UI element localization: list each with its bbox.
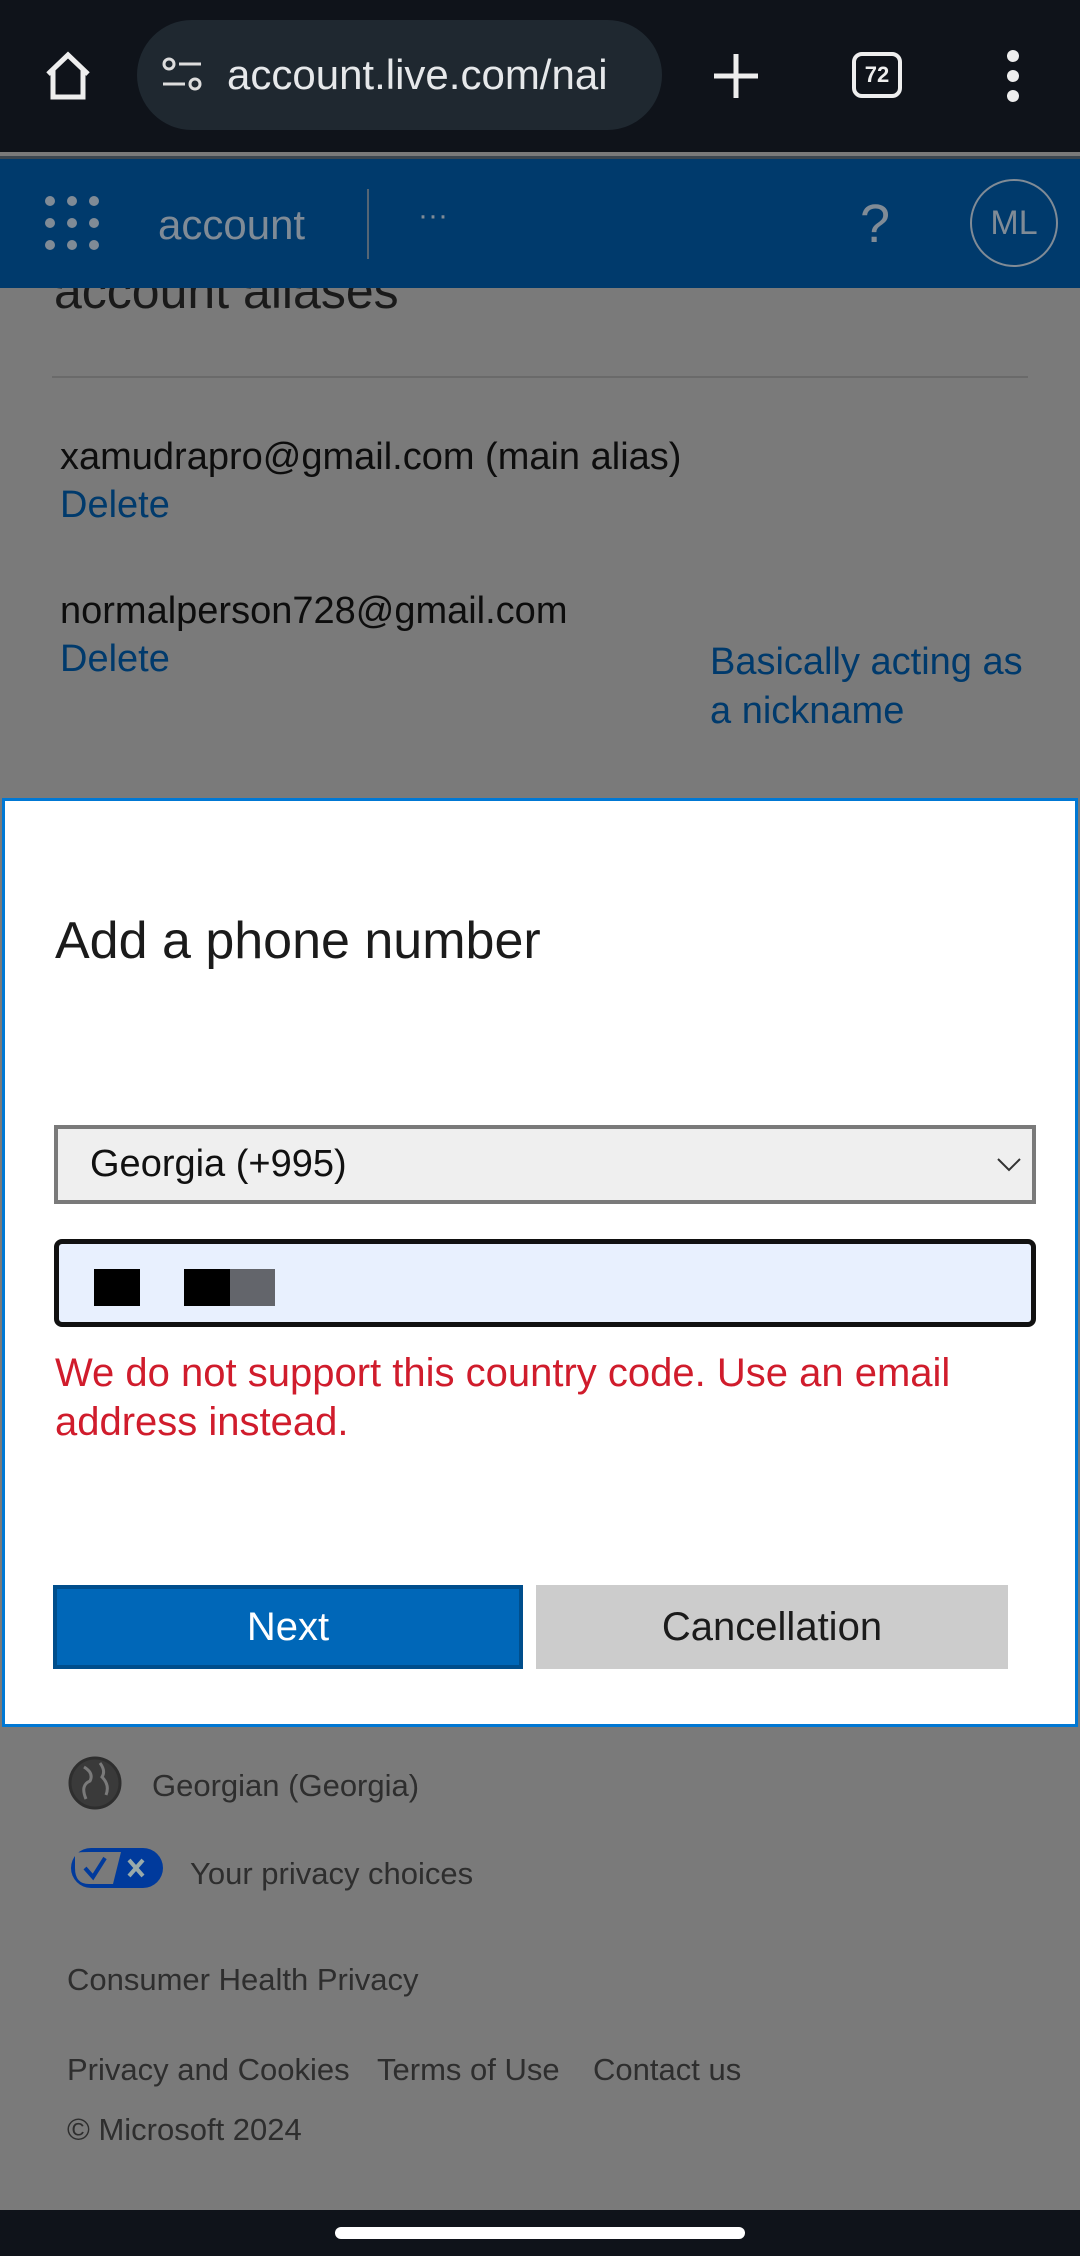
delete-alias-link[interactable]: Delete <box>60 638 170 681</box>
next-button[interactable]: Next <box>53 1585 523 1669</box>
copyright: © Microsoft 2024 <box>67 2112 302 2147</box>
url-text: account.live.com/nai <box>227 51 608 98</box>
address-bar[interactable]: account.live.com/nai <box>137 20 662 130</box>
cancel-label: Cancellation <box>661 1604 883 1649</box>
section-title: account aliases <box>54 288 399 319</box>
divider <box>52 376 1028 378</box>
more-nav-button[interactable]: ··· <box>418 199 448 233</box>
aliases-section: account aliases xamudrapro@gmail.com (ma… <box>0 288 1080 798</box>
privacy-choices-link[interactable]: Your privacy choices <box>190 1856 473 1892</box>
more-menu-icon[interactable] <box>1000 50 1026 102</box>
consumer-health-link[interactable]: Consumer Health Privacy <box>67 1962 418 1998</box>
globe-icon <box>68 1756 122 1810</box>
error-message: We do not support this country code. Use… <box>55 1351 951 1444</box>
alias-email: normalperson728@gmail.com <box>60 590 568 632</box>
home-gesture-handle[interactable] <box>335 2227 745 2239</box>
delete-alias-link[interactable]: Delete <box>60 484 170 527</box>
system-nav-bar <box>0 2210 1080 2256</box>
next-label: Next <box>246 1604 330 1649</box>
country-code-select[interactable]: Georgia (+995) <box>54 1125 1036 1204</box>
add-phone-dialog: Add a phone number Georgia (+995) We do … <box>2 798 1078 1727</box>
phone-number-input[interactable] <box>54 1239 1036 1327</box>
chevron-down-icon <box>997 1158 1021 1172</box>
alias-email: xamudrapro@gmail.com (main alias) <box>60 436 682 478</box>
tab-count: 72 <box>864 62 890 87</box>
privacy-choices-icon <box>71 1848 163 1888</box>
language-selector[interactable]: Georgian (Georgia) <box>152 1768 419 1804</box>
alias-note-link[interactable]: Basically acting as a nickname <box>710 638 1030 736</box>
redacted-block <box>94 1269 140 1306</box>
footer: Georgian (Georgia) Your privacy choices … <box>0 1730 1080 2210</box>
dialog-title: Add a phone number <box>55 912 541 970</box>
browser-toolbar: account.live.com/nai 72 <box>0 0 1080 152</box>
app-launcher-icon[interactable] <box>44 195 100 251</box>
help-button[interactable]: ? <box>860 193 890 255</box>
privacy-cookies-link[interactable]: Privacy and Cookies <box>67 2052 350 2088</box>
contact-link[interactable]: Contact us <box>593 2052 741 2088</box>
site-header: account ··· ? ML <box>0 156 1080 288</box>
site-settings-icon[interactable] <box>161 56 205 96</box>
home-icon[interactable] <box>42 50 94 102</box>
divider <box>367 189 369 259</box>
avatar[interactable]: ML <box>970 179 1058 267</box>
redacted-block <box>230 1269 275 1306</box>
terms-link[interactable]: Terms of Use <box>377 2052 560 2088</box>
app-name[interactable]: account <box>158 201 305 249</box>
redacted-block <box>184 1269 230 1306</box>
country-select-value: Georgia (+995) <box>90 1143 347 1185</box>
tab-switcher-button[interactable]: 72 <box>852 52 902 98</box>
avatar-initials: ML <box>990 203 1038 242</box>
new-tab-icon[interactable] <box>712 52 760 100</box>
cancel-button[interactable]: Cancellation <box>536 1585 1008 1669</box>
